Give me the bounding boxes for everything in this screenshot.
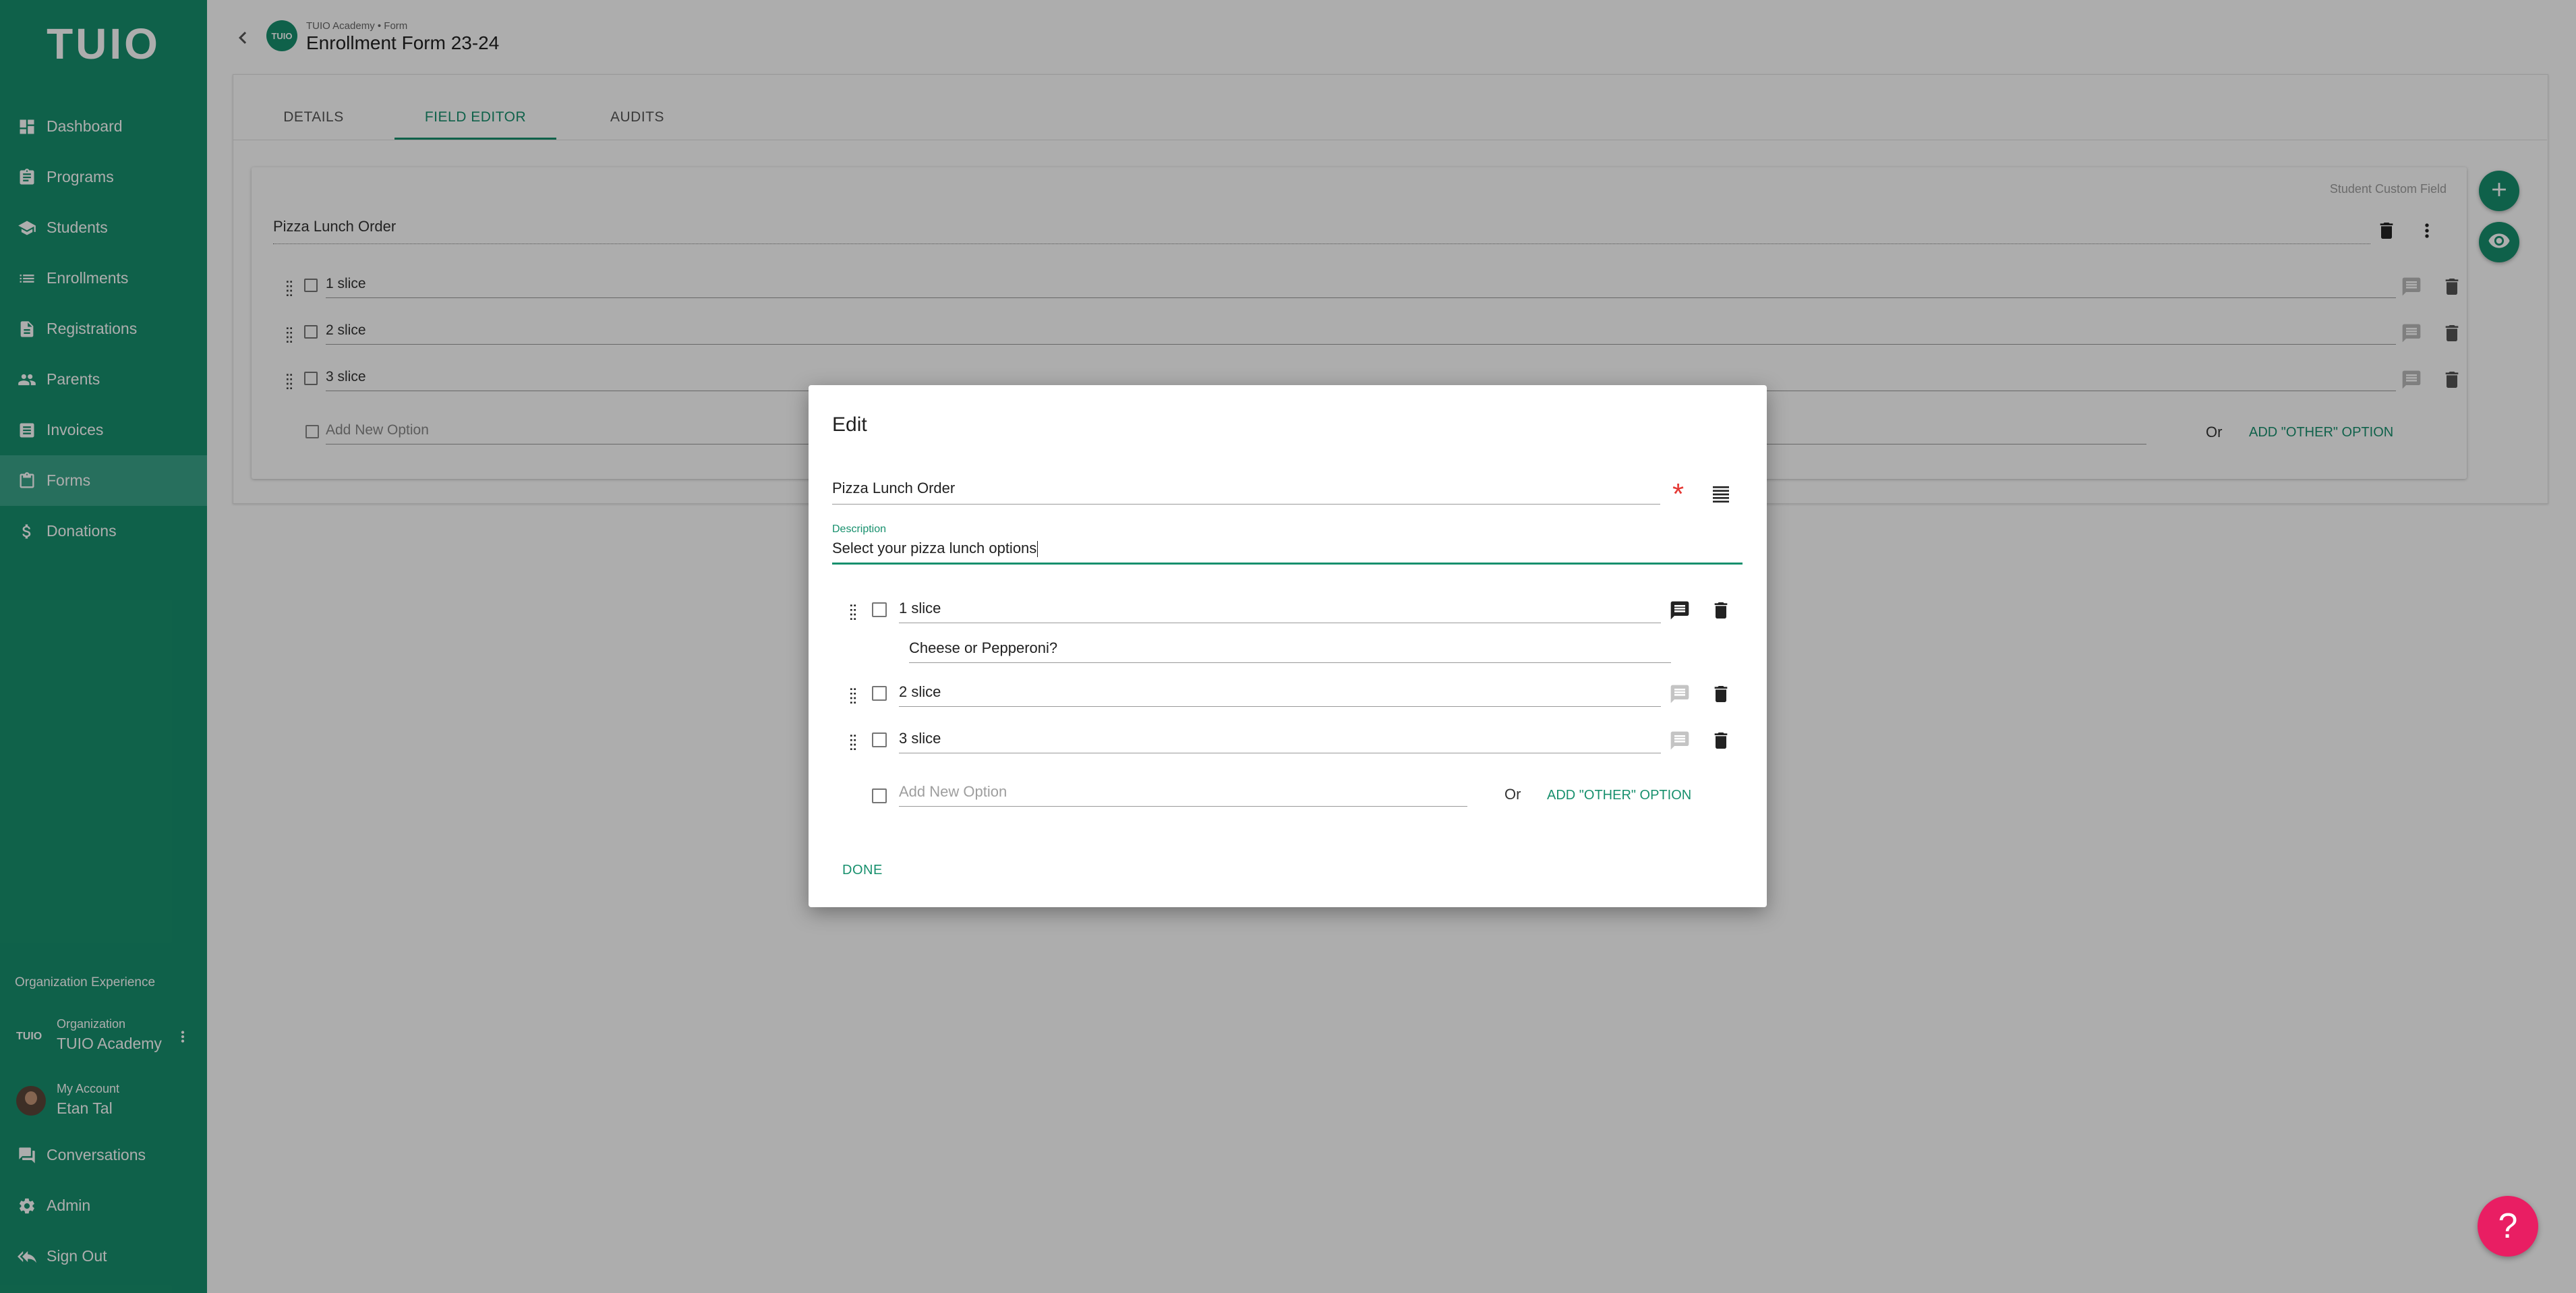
edit-dialog: Edit Pizza Lunch Order * Description Sel… bbox=[809, 385, 1767, 907]
description-input[interactable]: Select your pizza lunch options bbox=[832, 540, 1743, 565]
text-caret bbox=[1037, 541, 1038, 558]
description-toggle-icon[interactable] bbox=[1710, 484, 1732, 505]
comment-icon[interactable] bbox=[1669, 683, 1691, 705]
option-label-input[interactable]: 2 slice bbox=[899, 683, 1661, 707]
field-title-input[interactable]: Pizza Lunch Order bbox=[832, 480, 1660, 505]
option-checkbox[interactable] bbox=[872, 686, 887, 701]
option-checkbox[interactable] bbox=[872, 732, 887, 747]
option-row: 3 slice bbox=[842, 724, 1746, 755]
option-checkbox bbox=[872, 788, 887, 803]
help-button[interactable]: ? bbox=[2478, 1196, 2538, 1257]
comment-icon[interactable] bbox=[1669, 730, 1691, 751]
delete-icon[interactable] bbox=[1710, 600, 1732, 621]
comment-icon[interactable] bbox=[1669, 600, 1691, 621]
option-label-input[interactable]: 3 slice bbox=[899, 730, 1661, 753]
required-asterisk-icon[interactable]: * bbox=[1672, 480, 1684, 509]
option-comment-input[interactable]: Cheese or Pepperoni? bbox=[909, 639, 1671, 663]
option-label-input[interactable]: 1 slice bbox=[899, 600, 1661, 623]
option-row: 2 slice bbox=[842, 678, 1746, 709]
add-option-input[interactable]: Add New Option bbox=[899, 783, 1467, 807]
delete-icon[interactable] bbox=[1710, 683, 1732, 705]
done-button[interactable]: DONE bbox=[842, 863, 883, 878]
or-label: Or bbox=[1504, 786, 1521, 803]
option-checkbox[interactable] bbox=[872, 602, 887, 617]
delete-icon[interactable] bbox=[1710, 730, 1732, 751]
description-value: Select your pizza lunch options bbox=[832, 540, 1037, 556]
drag-handle-icon[interactable] bbox=[842, 685, 864, 706]
add-other-option-button[interactable]: ADD "OTHER" OPTION bbox=[1547, 788, 1691, 803]
question-mark-icon: ? bbox=[2498, 1207, 2518, 1246]
dialog-title: Edit bbox=[832, 413, 867, 436]
drag-handle-icon[interactable] bbox=[842, 601, 864, 623]
description-label: Description bbox=[832, 523, 887, 535]
option-row: 1 slice bbox=[842, 594, 1746, 625]
drag-handle-icon[interactable] bbox=[842, 731, 864, 753]
